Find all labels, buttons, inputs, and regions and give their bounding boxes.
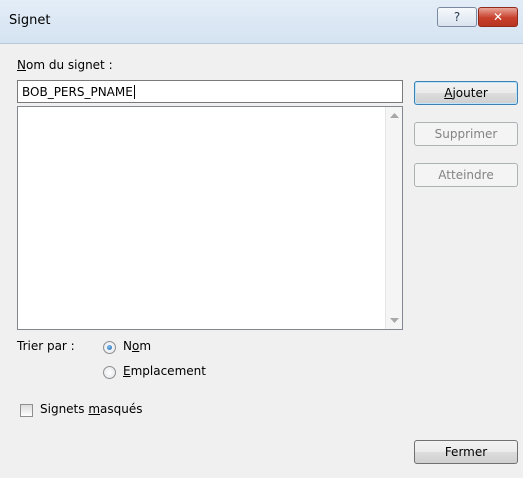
add-button[interactable]: Ajouter (414, 81, 518, 105)
sort-name-radio[interactable] (103, 341, 116, 354)
sort-by-label: Trier par : (17, 339, 75, 353)
hidden-bookmarks-checkbox[interactable] (20, 404, 33, 417)
title-bar: Signet ? ✕ (0, 0, 523, 44)
sort-name-label[interactable]: Nom (123, 339, 151, 353)
bookmark-name-label: Nom du signet : (17, 58, 113, 72)
close-icon: ✕ (492, 10, 504, 24)
help-icon: ? (453, 10, 461, 24)
bookmark-list[interactable] (17, 106, 403, 330)
sort-location-radio[interactable] (103, 366, 116, 379)
scroll-up-arrow-icon[interactable] (386, 107, 403, 124)
close-window-button[interactable]: ✕ (478, 7, 518, 27)
delete-button[interactable]: Supprimer (414, 122, 518, 146)
bookmark-name-value: BOB_PERS_PNAME (22, 84, 133, 99)
goto-button[interactable]: Atteindre (414, 163, 518, 187)
sort-location-label[interactable]: Emplacement (123, 364, 206, 378)
help-button[interactable]: ? (437, 7, 477, 27)
list-scrollbar[interactable] (385, 107, 402, 329)
close-button[interactable]: Fermer (414, 440, 518, 464)
bookmark-name-input[interactable]: BOB_PERS_PNAME (17, 80, 403, 103)
window-title: Signet (9, 13, 51, 28)
scroll-down-arrow-icon[interactable] (386, 312, 403, 329)
hidden-bookmarks-label[interactable]: Signets masqués (40, 402, 143, 416)
text-caret (133, 84, 135, 99)
